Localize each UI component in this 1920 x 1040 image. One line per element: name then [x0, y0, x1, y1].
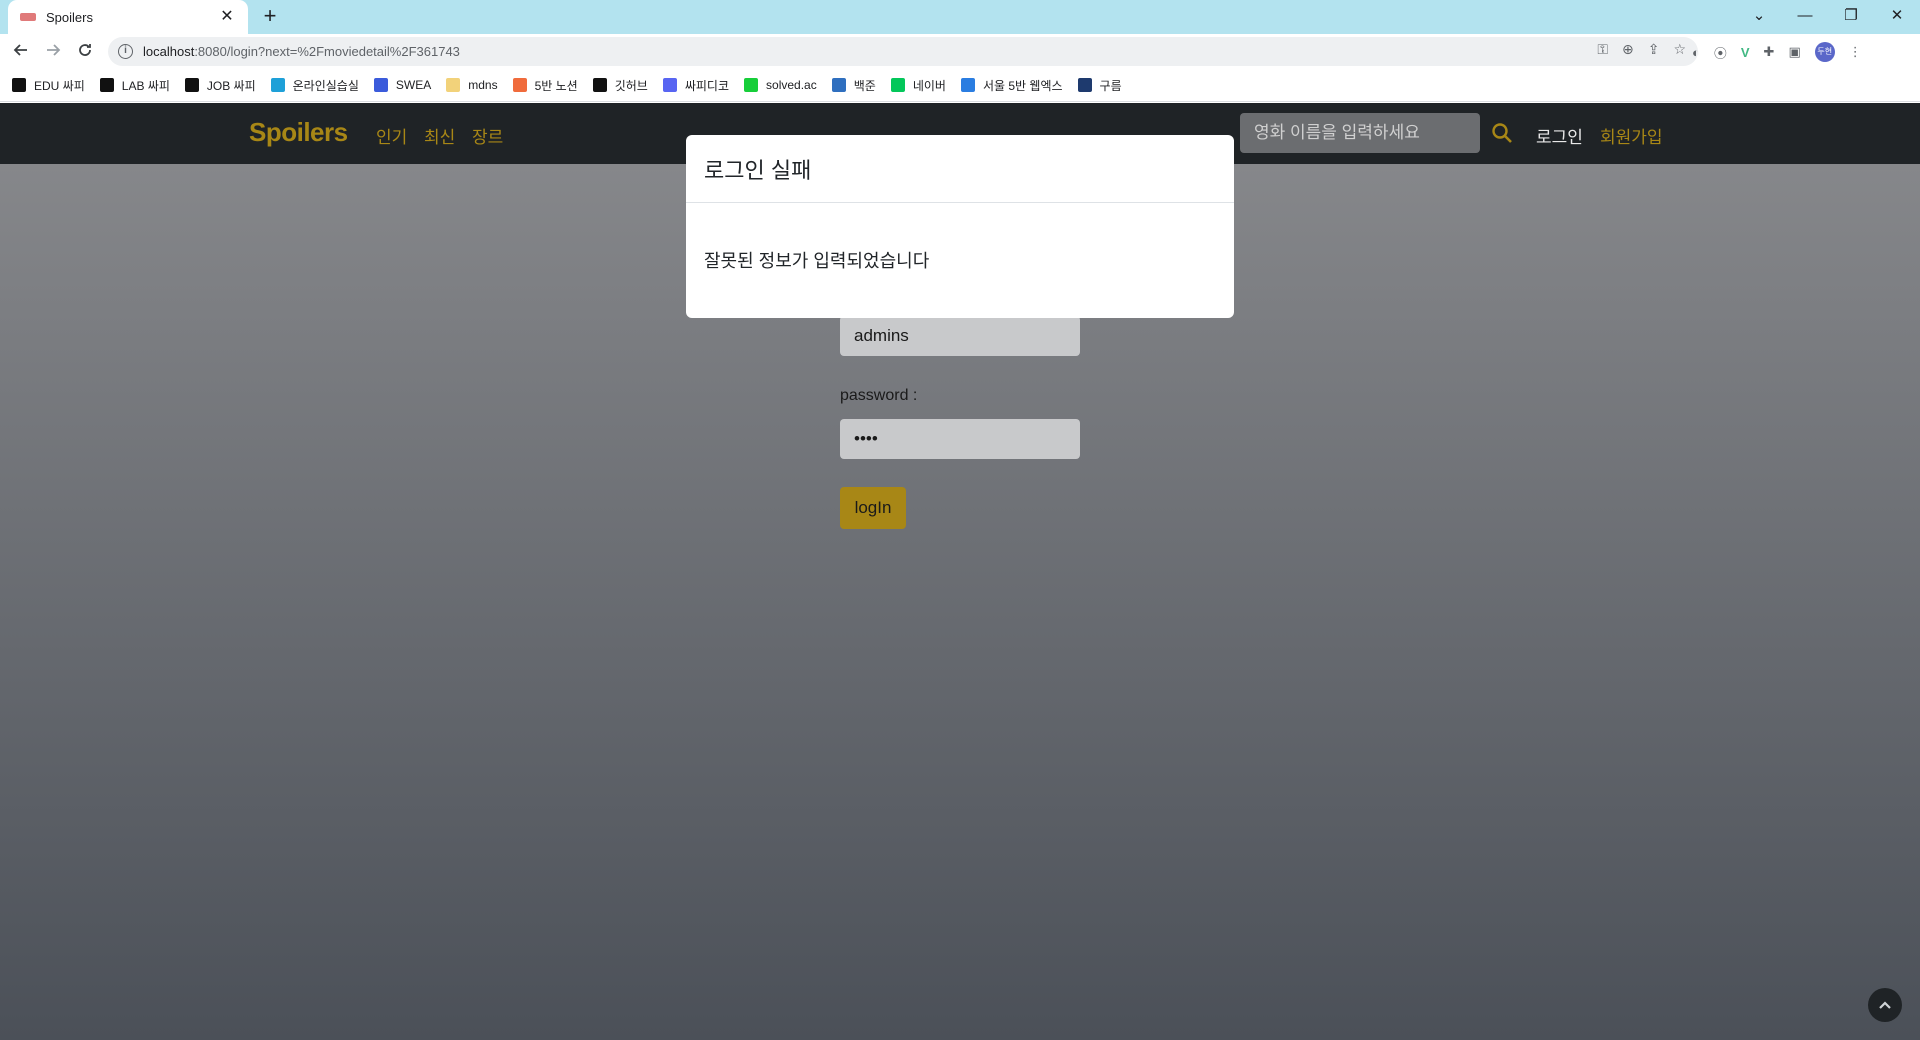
browser-toolbar: i localhost:8080/login?next=%2Fmoviedeta… [0, 34, 1920, 69]
bookmark-item[interactable]: 백준 [831, 77, 876, 94]
bookmark-star-icon[interactable]: ☆ [1673, 41, 1686, 58]
bookmark-favicon-icon [744, 78, 759, 92]
back-button[interactable] [8, 39, 34, 65]
share-icon[interactable]: ⇪ [1648, 41, 1660, 58]
password-input[interactable]: •••• [840, 419, 1080, 459]
bookmark-label: 네이버 [912, 78, 946, 93]
restore-button[interactable]: ❐ [1828, 0, 1874, 30]
nav-genre[interactable]: 장르 [472, 123, 503, 148]
nav-signup[interactable]: 회원가입 [1600, 123, 1663, 148]
arrow-right-icon [47, 44, 61, 56]
bookmark-label: 백준 [853, 78, 876, 93]
browser-tab-strip: Spoilers ✕ + ⌄ — ❐ ✕ [0, 0, 1920, 34]
forward-button[interactable] [40, 39, 66, 65]
bookmark-label: 온라인실습실 [292, 78, 359, 93]
bookmark-item[interactable]: 구름 [1077, 77, 1122, 94]
bookmark-favicon-icon [662, 78, 677, 92]
profile-avatar[interactable]: 두현 [1814, 42, 1835, 62]
bookmark-item[interactable]: SWEA [373, 78, 432, 92]
bookmark-item[interactable]: mdns [446, 78, 498, 92]
nav-login[interactable]: 로그인 [1536, 123, 1583, 148]
extension-icon[interactable]: ◐ [1692, 45, 1700, 60]
bookmark-item[interactable]: LAB 싸피 [99, 77, 170, 94]
bookmark-favicon-icon [831, 78, 846, 92]
bookmark-item[interactable]: 싸피디코 [662, 77, 730, 94]
bookmark-favicon-icon [99, 78, 114, 92]
bookmark-item[interactable]: 서울 5반 웹엑스 [960, 77, 1063, 94]
bookmark-label: 구름 [1099, 78, 1122, 93]
bookmark-item[interactable]: EDU 싸피 [12, 77, 85, 94]
spoilers-favicon-icon [20, 13, 36, 21]
site-info-icon[interactable]: i [118, 44, 133, 59]
reload-icon [79, 44, 91, 56]
extension-icon[interactable]: ⦿ [1714, 43, 1727, 62]
nav-popular[interactable]: 인기 [376, 123, 407, 148]
bookmark-label: 서울 5반 웹엑스 [982, 78, 1063, 93]
tab-title: Spoilers [46, 9, 93, 25]
bookmark-favicon-icon [373, 78, 388, 92]
site-logo[interactable]: Spoilers [249, 117, 348, 148]
browser-tab[interactable]: Spoilers ✕ [8, 0, 248, 34]
tab-search-icon[interactable]: ⌄ [1736, 0, 1782, 30]
minimize-button[interactable]: — [1782, 0, 1828, 30]
search-icon[interactable] [1490, 121, 1514, 145]
bookmark-favicon-icon [1077, 78, 1092, 92]
username-input[interactable]: admins [840, 316, 1080, 356]
bookmark-label: mdns [468, 78, 498, 92]
menu-kebab-icon[interactable]: ⋮ [1849, 44, 1862, 60]
zoom-icon[interactable]: ⊕ [1622, 41, 1634, 58]
bookmark-label: 깃허브 [614, 78, 648, 93]
address-bar[interactable]: i localhost:8080/login?next=%2Fmoviedeta… [108, 37, 1698, 66]
key-icon[interactable]: ⚿ [1597, 41, 1608, 58]
bookmarks-bar: EDU 싸피 LAB 싸피 JOB 싸피 온라인실습실 SWEA mdns 5반 노션 깃허브… [0, 69, 1920, 102]
login-failed-modal: 로그인 실패 잘못된 정보가 입력되었습니다 [686, 135, 1234, 318]
vue-devtools-icon[interactable]: V [1741, 45, 1750, 60]
bookmark-label: 싸피디코 [684, 78, 730, 93]
movie-search-input[interactable]: 영화 이름을 입력하세요 [1240, 113, 1480, 153]
bookmark-favicon-icon [512, 78, 527, 92]
nav-latest[interactable]: 최신 [424, 123, 455, 148]
bookmark-label: SWEA [395, 78, 432, 92]
modal-message: 잘못된 정보가 입력되었습니다 [704, 251, 930, 271]
bookmark-item[interactable]: 5반 노션 [512, 77, 578, 94]
bookmark-label: LAB 싸피 [121, 78, 170, 93]
bookmark-item[interactable]: solved.ac [744, 78, 817, 92]
scroll-to-top-button[interactable] [1868, 988, 1902, 1022]
bookmark-label: EDU 싸피 [34, 78, 85, 93]
bookmark-label: 5반 노션 [534, 78, 578, 93]
bookmark-favicon-icon [960, 78, 975, 92]
bookmark-label: solved.ac [766, 78, 817, 92]
password-label: password : [840, 387, 918, 404]
bookmark-item[interactable]: 온라인실습실 [270, 77, 359, 94]
bookmark-label: JOB 싸피 [206, 78, 256, 93]
tab-close-icon[interactable]: ✕ [218, 8, 236, 26]
extensions-puzzle-icon[interactable]: ✚ [1764, 44, 1775, 60]
reload-button[interactable] [72, 39, 98, 65]
page-content: Spoilers 인기 최신 장르 영화 이름을 입력하세요 로그인 회원가입 … [0, 103, 1920, 1040]
bookmark-favicon-icon [890, 78, 905, 92]
bookmark-item[interactable]: 네이버 [890, 77, 946, 94]
arrow-left-icon [13, 44, 27, 56]
bookmark-item[interactable]: 깃허브 [592, 77, 648, 94]
bookmark-favicon-icon [446, 78, 461, 92]
side-panel-icon[interactable]: ▣ [1788, 44, 1800, 60]
chevron-up-icon [1879, 1001, 1891, 1009]
bookmark-favicon-icon [270, 78, 285, 92]
url-text: localhost:8080/login?next=%2Fmoviedetail… [143, 44, 460, 59]
new-tab-button[interactable]: + [258, 5, 282, 29]
bookmark-favicon-icon [12, 78, 26, 92]
modal-title: 로그인 실패 [686, 135, 1234, 203]
close-window-button[interactable]: ✕ [1874, 0, 1920, 30]
bookmark-favicon-icon [592, 78, 607, 92]
bookmark-item[interactable]: JOB 싸피 [184, 77, 256, 94]
bookmark-favicon-icon [184, 78, 199, 92]
login-button[interactable]: logIn [840, 487, 906, 529]
